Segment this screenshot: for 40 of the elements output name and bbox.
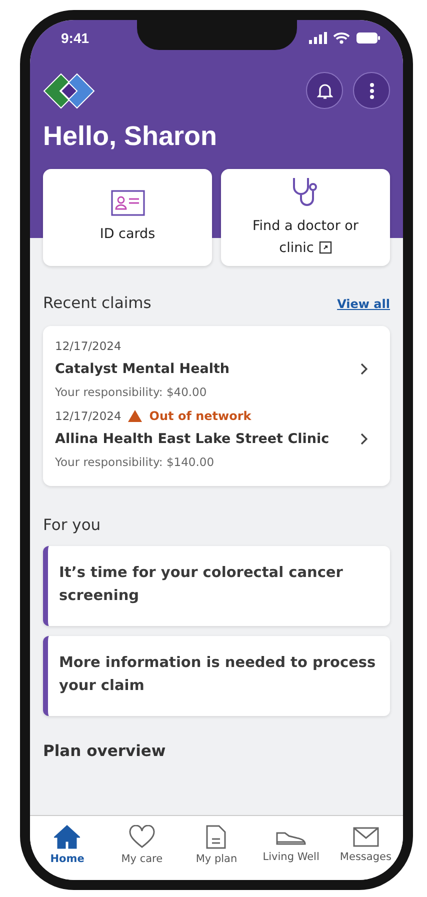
wifi-icon <box>333 32 350 44</box>
logo-icon <box>43 72 95 108</box>
notifications-button[interactable] <box>306 72 343 109</box>
nav-tab[interactable]: My care <box>104 816 180 874</box>
claim-item[interactable]: 12/17/2024 Catalyst Mental Health Your responsibility: $40.00 <box>55 336 378 406</box>
nav-tab[interactable]: Living Well <box>254 816 328 874</box>
alert-card[interactable]: More information is needed to process your claim <box>43 636 390 716</box>
signal-icon <box>309 32 327 44</box>
provider-name: Allina Health East Lake Street Clinic <box>55 431 330 447</box>
battery-icon <box>356 32 380 44</box>
section-title: Recent claims <box>43 294 152 312</box>
greeting: Hello, Sharon <box>43 121 218 152</box>
warning-icon <box>128 410 142 422</box>
responsibility-text: Your responsibility: $40.00 <box>55 385 208 399</box>
section-title: Plan overview <box>43 742 167 760</box>
view-all-link[interactable]: View all <box>337 297 390 311</box>
chevron-right-icon <box>360 433 368 445</box>
status-time: 9:41 <box>61 30 90 46</box>
chevron-right-icon <box>360 363 368 375</box>
bell-icon <box>316 82 332 100</box>
quick-action-card[interactable]: ID cards <box>43 169 212 266</box>
provider-name: Catalyst Mental Health <box>55 361 230 377</box>
envelope-icon <box>352 827 379 847</box>
responsibility-text: Your responsibility: $140.00 <box>55 455 216 469</box>
nav-tab[interactable]: Messages <box>328 816 403 874</box>
warning-text: Out of network <box>149 409 252 423</box>
document-icon <box>206 825 226 849</box>
claim-date: 12/17/2024 <box>55 409 122 423</box>
kebab-menu-icon <box>368 82 374 100</box>
quick-action-card[interactable]: Find a doctor or clinic <box>221 169 390 266</box>
id-card-icon <box>110 190 144 216</box>
nav-tab[interactable]: My plan <box>179 816 254 874</box>
more-button[interactable] <box>353 72 390 109</box>
claim-date: 12/17/2024 <box>55 339 122 353</box>
nav-tab[interactable]: Home <box>30 816 105 874</box>
claim-item[interactable]: 12/17/2024 Out of network Allina Health East Lake Street Clinic Your responsibility: $140.00 <box>55 406 378 476</box>
alert-card[interactable]: It’s time for your colorectal cancer screening <box>43 546 390 626</box>
house-icon <box>54 825 80 849</box>
heart-icon <box>128 825 155 849</box>
section-title: For you <box>43 516 102 534</box>
